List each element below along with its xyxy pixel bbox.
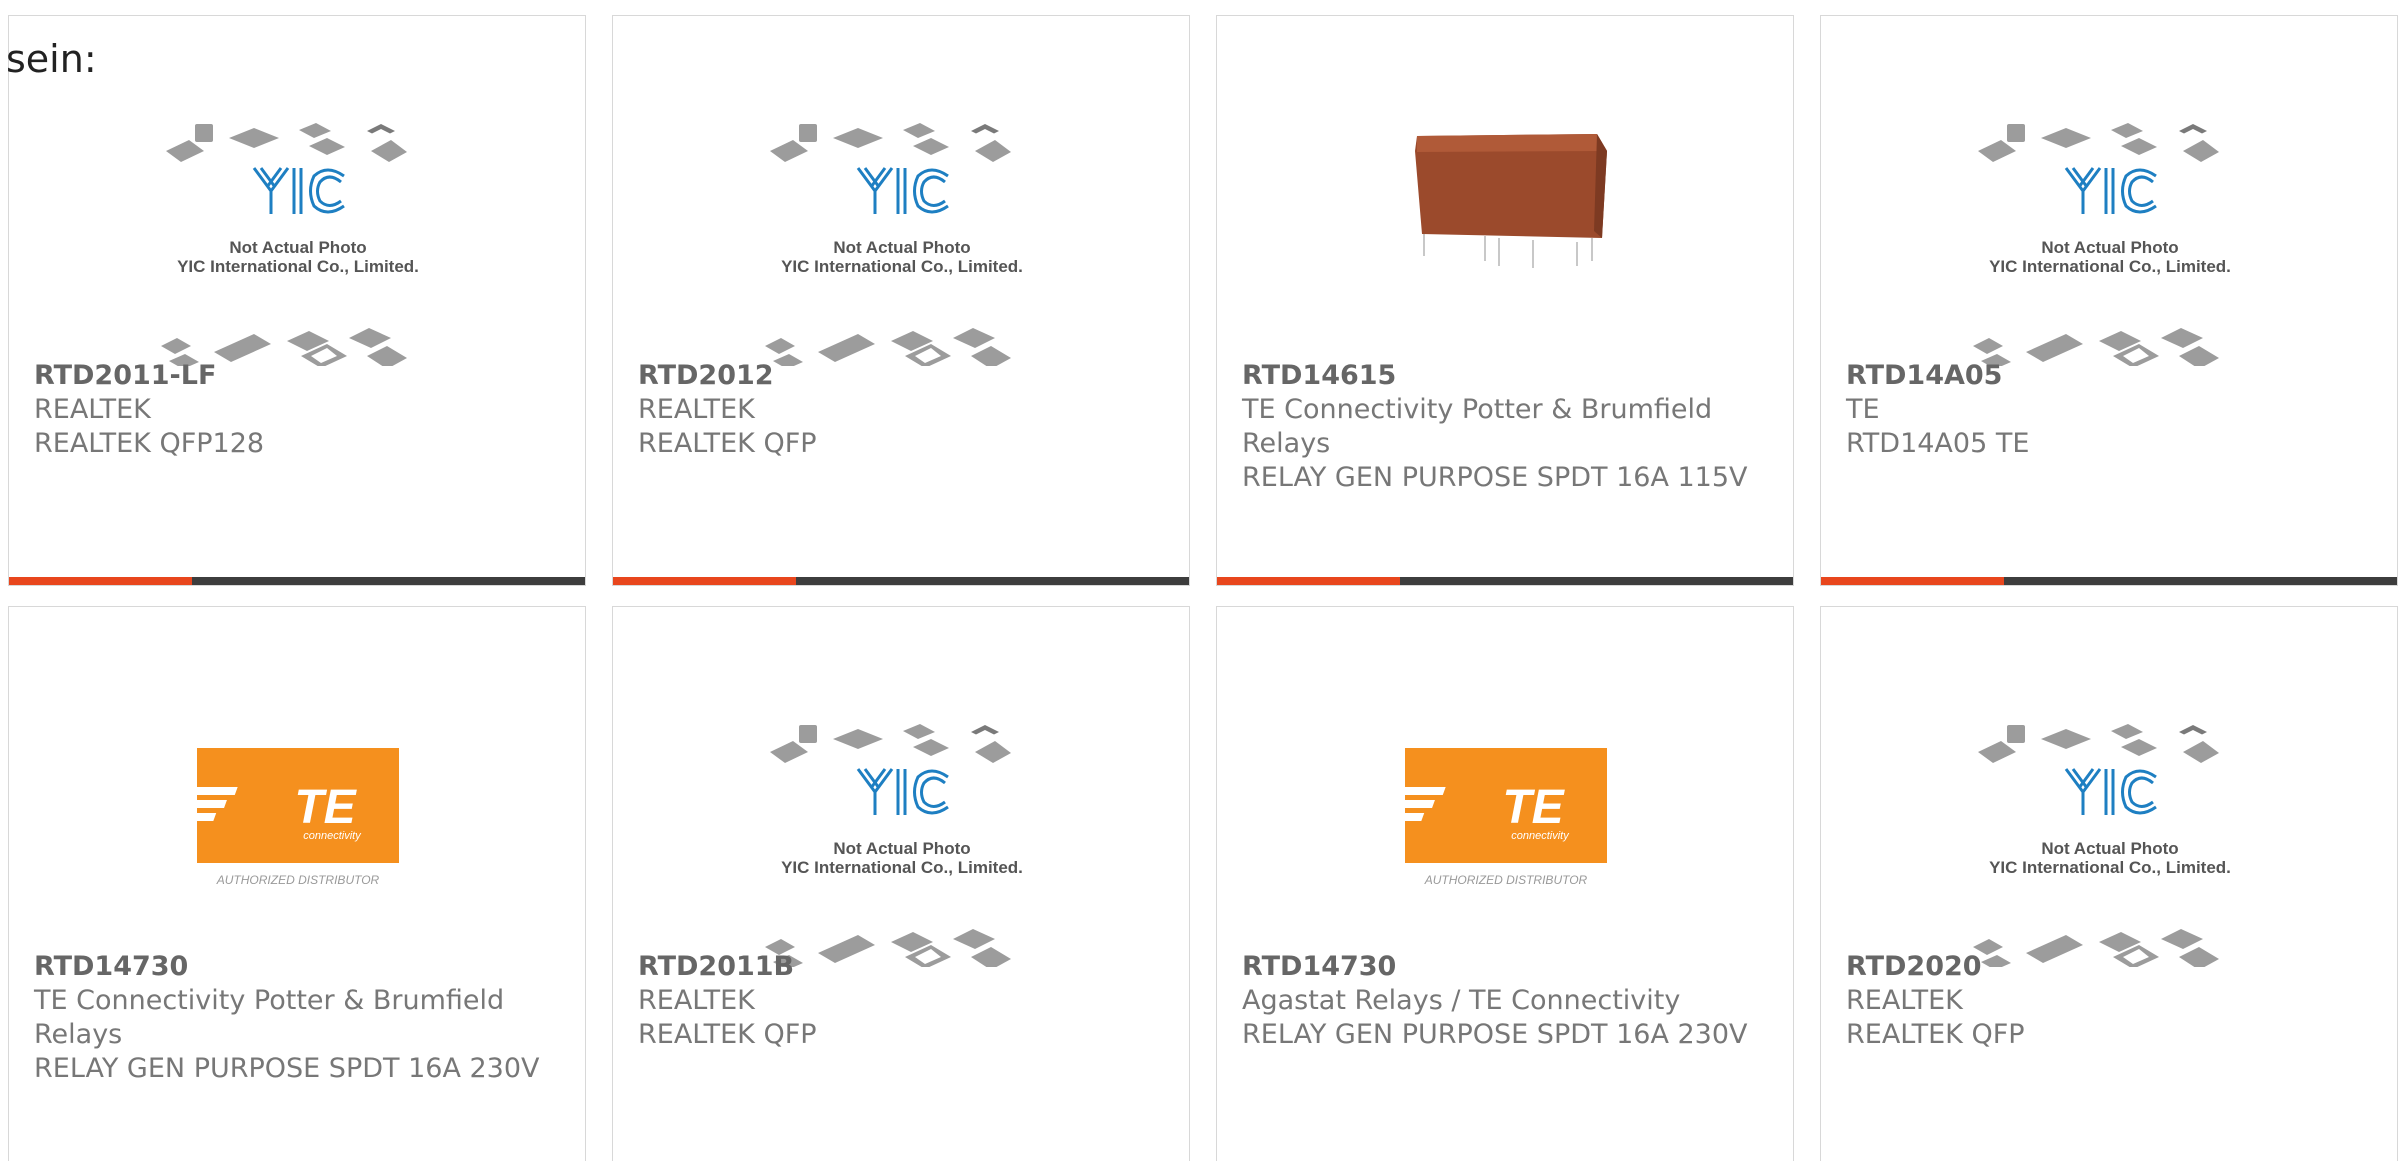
page: sein: Not Actual Photo YIC International … bbox=[0, 0, 2400, 1161]
product-thumbnail[interactable]: TE connectivity AUTHORIZED DISTRIBUTOR bbox=[1217, 657, 1793, 967]
placeholder-line1: Not Actual Photo bbox=[2041, 238, 2178, 257]
part-number[interactable]: RTD14615 bbox=[1242, 359, 1773, 393]
te-logo-sub: connectivity bbox=[1511, 830, 1570, 842]
te-logo-sub: connectivity bbox=[303, 830, 362, 842]
product-card[interactable]: Not Actual Photo YIC International Co., L… bbox=[612, 15, 1190, 586]
placeholder-line2: YIC International Co., Limited. bbox=[781, 257, 1023, 276]
part-number[interactable]: RTD2011-LF bbox=[34, 359, 565, 393]
placeholder-line2: YIC International Co., Limited. bbox=[1989, 257, 2231, 276]
placeholder-image-icon: Not Actual PhotoYIC International Co., L… bbox=[1973, 123, 2231, 366]
card-footer-accent bbox=[1821, 577, 2004, 585]
placeholder-line2: YIC International Co., Limited. bbox=[781, 858, 1023, 877]
placeholder-line2: YIC International Co., Limited. bbox=[1989, 858, 2231, 877]
product-info: RTD14A05 TE RTD14A05 TE bbox=[1846, 359, 2377, 461]
te-connectivity-logo: TEconnectivity AUTHORIZED DISTRIBUTOR bbox=[1377, 748, 1607, 887]
card-footer-bar bbox=[1821, 577, 2397, 585]
description: REALTEK QFP bbox=[638, 428, 817, 459]
placeholder-line1: Not Actual Photo bbox=[833, 238, 970, 257]
card-footer-accent bbox=[9, 577, 192, 585]
part-number[interactable]: RTD14730 bbox=[1242, 950, 1773, 984]
card-footer-bar bbox=[613, 577, 1189, 585]
product-info: RTD2020 REALTEK REALTEK QFP bbox=[1846, 950, 2377, 1052]
description: RELAY GEN PURPOSE SPDT 16A 230V bbox=[34, 1053, 540, 1084]
product-thumbnail[interactable]: Not Actual Photo YIC International Co., L… bbox=[9, 56, 585, 366]
te-logo-text: TE bbox=[1502, 781, 1565, 834]
placeholder-image-icon: Not Actual PhotoYIC International Co., L… bbox=[161, 123, 419, 366]
manufacturer: TE Connectivity Potter & Brumfield Relay… bbox=[34, 985, 505, 1050]
product-info: RTD14730 TE Connectivity Potter & Brumfie… bbox=[34, 950, 565, 1086]
part-number[interactable]: RTD2011B bbox=[638, 950, 1169, 984]
product-info: RTD2011-LF REALTEK REALTEK QFP128 bbox=[34, 359, 565, 461]
placeholder-line1: Not Actual Photo bbox=[833, 839, 970, 858]
placeholder-line1: Not Actual Photo bbox=[229, 238, 366, 257]
placeholder-image-icon: Not Actual PhotoYIC International Co., L… bbox=[765, 724, 1023, 967]
product-card[interactable]: Not Actual Photo YIC International Co., L… bbox=[8, 15, 586, 586]
card-footer-bar bbox=[9, 577, 585, 585]
product-card[interactable]: Not Actual Photo YIC International Co., L… bbox=[1820, 15, 2398, 586]
manufacturer: TE bbox=[1846, 394, 1880, 425]
part-number[interactable]: RTD14730 bbox=[34, 950, 565, 984]
product-card[interactable]: TE connectivity AUTHORIZED DISTRIBUTOR RTD1… bbox=[8, 606, 586, 1161]
manufacturer: Agastat Relays / TE Connectivity bbox=[1242, 985, 1681, 1016]
intro-text: sein: bbox=[6, 37, 97, 81]
te-connectivity-logo: TEconnectivity AUTHORIZED DISTRIBUTOR bbox=[169, 748, 399, 887]
product-info: RTD2012 REALTEK REALTEK QFP bbox=[638, 359, 1169, 461]
manufacturer: REALTEK bbox=[638, 985, 755, 1016]
description: RELAY GEN PURPOSE SPDT 16A 115V bbox=[1242, 462, 1748, 493]
product-card[interactable]: TE connectivity AUTHORIZED DISTRIBUTOR RTD1… bbox=[1216, 606, 1794, 1161]
product-thumbnail[interactable]: TE connectivity AUTHORIZED DISTRIBUTOR bbox=[9, 657, 585, 967]
manufacturer: REALTEK bbox=[34, 394, 151, 425]
product-thumbnail[interactable]: Not Actual Photo YIC International Co., L… bbox=[613, 56, 1189, 366]
te-logo-caption: AUTHORIZED DISTRIBUTOR bbox=[216, 873, 380, 887]
manufacturer: REALTEK bbox=[638, 394, 755, 425]
product-card[interactable]: Not Actual Photo YIC International Co., L… bbox=[612, 606, 1190, 1161]
card-footer-accent bbox=[1217, 577, 1400, 585]
relay-photo bbox=[1415, 134, 1607, 268]
part-number[interactable]: RTD14A05 bbox=[1846, 359, 2377, 393]
part-number[interactable]: RTD2012 bbox=[638, 359, 1169, 393]
description: REALTEK QFP bbox=[1846, 1019, 2025, 1050]
part-number[interactable]: RTD2020 bbox=[1846, 950, 2377, 984]
description: RTD14A05 TE bbox=[1846, 428, 2030, 459]
placeholder-image-icon: Not Actual PhotoYIC International Co., L… bbox=[765, 123, 1023, 366]
manufacturer: REALTEK bbox=[1846, 985, 1963, 1016]
placeholder-image-icon: Not Actual PhotoYIC International Co., L… bbox=[1973, 724, 2231, 967]
description: REALTEK QFP128 bbox=[34, 428, 265, 459]
manufacturer: TE Connectivity Potter & Brumfield Relay… bbox=[1242, 394, 1713, 459]
product-card[interactable]: Not Actual Photo YIC International Co., L… bbox=[1820, 606, 2398, 1161]
description: REALTEK QFP bbox=[638, 1019, 817, 1050]
te-logo-caption: AUTHORIZED DISTRIBUTOR bbox=[1424, 873, 1588, 887]
te-logo-text: TE bbox=[294, 781, 357, 834]
description: RELAY GEN PURPOSE SPDT 16A 230V bbox=[1242, 1019, 1748, 1050]
card-footer-bar bbox=[1217, 577, 1793, 585]
product-thumbnail[interactable]: Not Actual Photo YIC International Co., L… bbox=[613, 657, 1189, 967]
product-info: RTD14615 TE Connectivity Potter & Brumfie… bbox=[1242, 359, 1773, 495]
product-info: RTD14730 Agastat Relays / TE Connectivity… bbox=[1242, 950, 1773, 1052]
card-footer-accent bbox=[613, 577, 796, 585]
product-thumbnail[interactable]: Not Actual Photo YIC International Co., L… bbox=[1821, 56, 2397, 366]
product-thumbnail[interactable]: Not Actual Photo YIC International Co., L… bbox=[1821, 657, 2397, 967]
placeholder-line2: YIC International Co., Limited. bbox=[177, 257, 419, 276]
product-info: RTD2011B REALTEK REALTEK QFP bbox=[638, 950, 1169, 1052]
placeholder-line1: Not Actual Photo bbox=[2041, 839, 2178, 858]
product-card[interactable]: RTD14615 TE Connectivity Potter & Brumfie… bbox=[1216, 15, 1794, 586]
product-thumbnail[interactable] bbox=[1217, 56, 1793, 366]
